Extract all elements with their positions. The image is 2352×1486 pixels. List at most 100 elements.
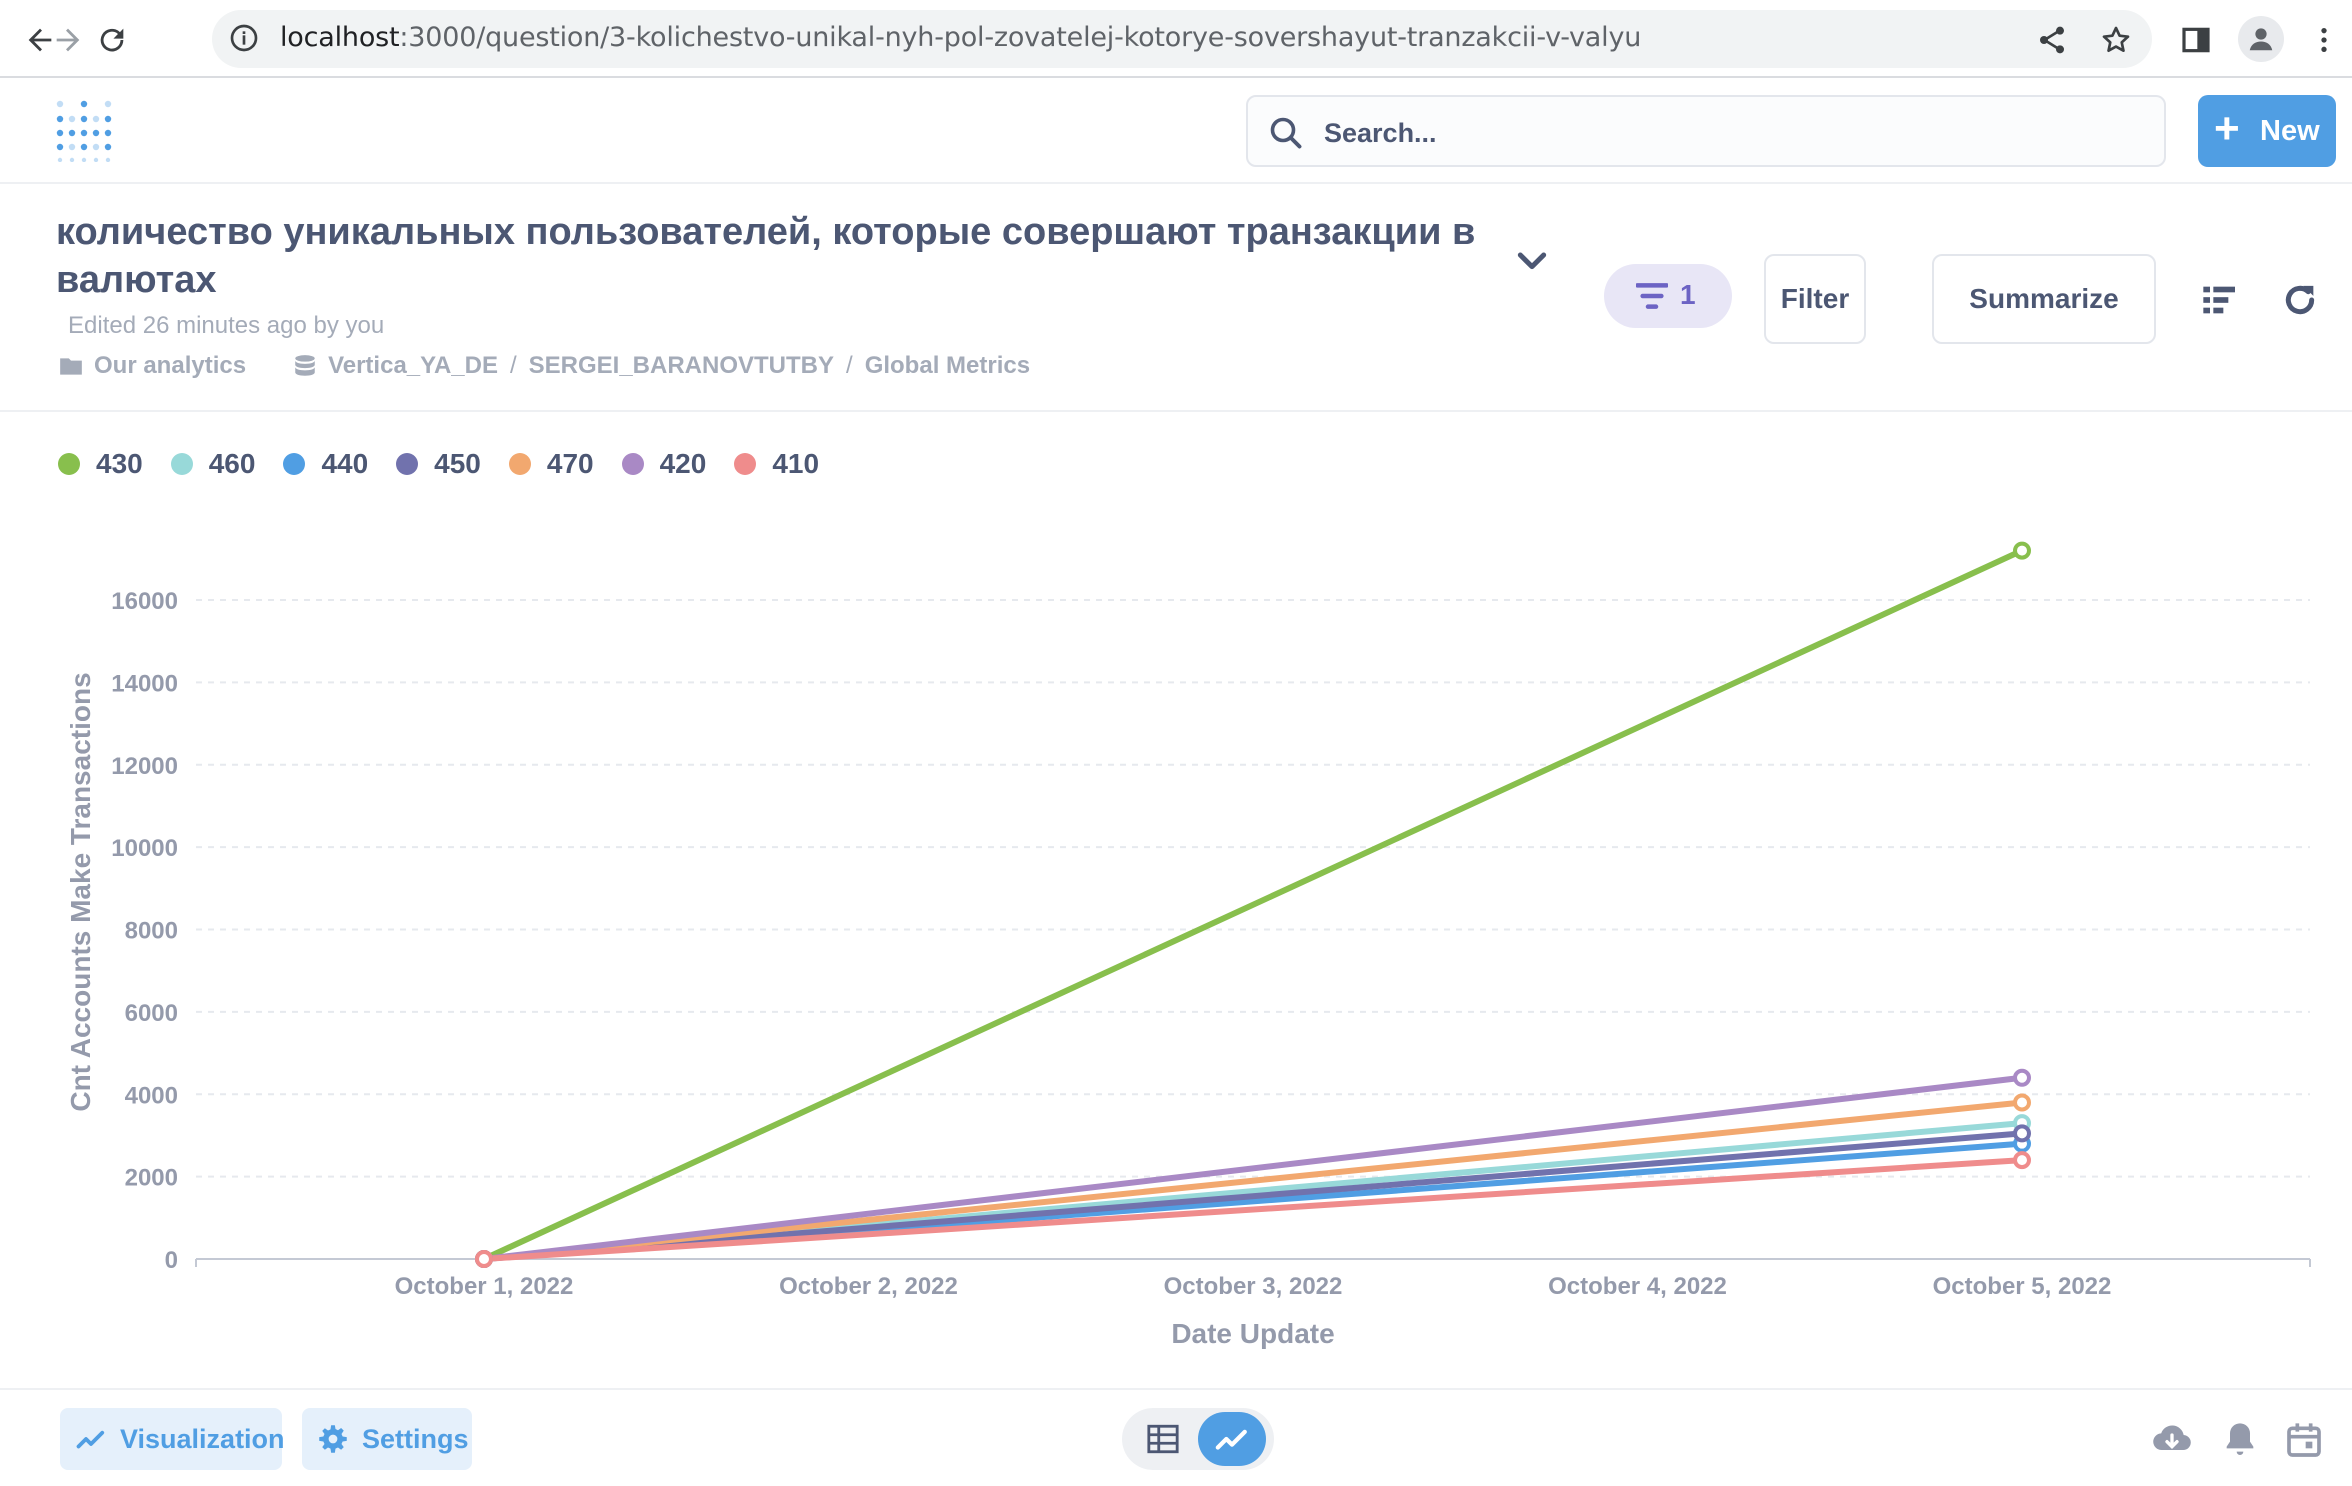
legend-label: 450 (434, 448, 481, 479)
breadcrumb-table[interactable]: Global Metrics (865, 352, 1030, 380)
x-tick-label: October 4, 2022 (1548, 1273, 1727, 1300)
summarize-button[interactable]: Summarize (1932, 254, 2156, 344)
search-placeholder: Search... (1324, 118, 1437, 148)
info-icon[interactable] (228, 22, 260, 54)
x-tick-label: October 1, 2022 (395, 1273, 574, 1300)
star-icon (2102, 26, 2130, 52)
url-text[interactable]: localhost:3000/question/3-kolichestvo-un… (280, 22, 1641, 53)
legend-swatch (170, 453, 193, 475)
share-icon (2040, 26, 2064, 54)
y-tick-label: 8000 (125, 918, 178, 945)
y-tick-label: 14000 (111, 670, 178, 697)
legend-label: 440 (321, 448, 369, 479)
breadcrumb-separator: / (509, 352, 517, 379)
bell-icon[interactable] (2220, 1420, 2260, 1460)
side-panel-icon (2182, 27, 2210, 53)
table-icon[interactable] (1146, 1422, 1180, 1456)
breadcrumb-database[interactable]: Vertica_YA_DE (328, 352, 498, 380)
kebab-menu-icon (2321, 28, 2327, 52)
data-point-450 (2013, 1124, 2031, 1143)
search-input[interactable]: Search... (1246, 95, 2166, 167)
data-point-410 (475, 1250, 493, 1268)
y-tick-label: 6000 (125, 1000, 178, 1027)
question-header: количество уникальных пользователей, кот… (0, 184, 2352, 412)
breadcrumb-separator: / (846, 352, 853, 379)
person-icon (2249, 28, 2273, 51)
legend-item[interactable]: 450 (396, 448, 481, 480)
legend-label: 470 (546, 448, 594, 479)
legend-label: 410 (772, 448, 820, 479)
data-point-420 (2013, 1068, 2031, 1087)
settings-label: Settings (362, 1423, 469, 1454)
line-chart-icon (76, 1430, 105, 1449)
breadcrumb-collection[interactable]: Our analytics (94, 352, 246, 380)
chart-view-toggle[interactable] (1198, 1412, 1266, 1466)
legend-item[interactable]: 460 (170, 448, 256, 480)
x-tick-label: October 3, 2022 (1164, 1273, 1343, 1300)
folder-icon (60, 358, 82, 375)
reload-button[interactable] (90, 18, 134, 62)
arrow-right-icon (56, 28, 80, 52)
legend-item[interactable]: 420 (621, 448, 707, 480)
visualization-button[interactable]: Visualization (60, 1408, 285, 1470)
notebook-editor-icon[interactable] (2200, 280, 2240, 320)
side-panel-button[interactable] (2174, 18, 2218, 62)
data-point-430 (2013, 541, 2031, 560)
url-path: :3000/question/3-kolichestvo-unikal-nyh-… (399, 22, 1642, 53)
visualization-label: Visualization (120, 1423, 285, 1454)
database-icon (295, 355, 315, 376)
legend-item[interactable]: 410 (734, 448, 819, 480)
y-tick-label: 0 (165, 1247, 178, 1274)
y-tick-label: 2000 (125, 1165, 178, 1192)
browser-menu-button[interactable] (2302, 18, 2346, 62)
settings-button[interactable]: Settings (302, 1408, 472, 1470)
line-chart: 0 2000 4000 6000 8000 10000 12000 14000 16000 Oct… (65, 541, 2311, 1349)
legend-swatch (621, 453, 644, 475)
y-tick-label: 4000 (125, 1082, 178, 1109)
share-button[interactable] (2030, 18, 2074, 62)
calendar-icon[interactable] (2284, 1420, 2324, 1460)
series-line-410 (481, 1157, 2025, 1262)
line-chart-icon (1215, 1429, 1247, 1450)
x-axis-title: Date Update (1171, 1318, 1334, 1349)
legend-swatch (58, 453, 80, 475)
filter-button[interactable]: Filter (1764, 254, 1866, 344)
refresh-icon[interactable] (2280, 280, 2320, 320)
new-button[interactable]: + New (2198, 95, 2336, 167)
x-tick-label: October 2, 2022 (779, 1273, 958, 1300)
plus-icon: + (2214, 104, 2240, 153)
legend-item[interactable]: 470 (508, 448, 594, 480)
breadcrumb-schema[interactable]: SERGEI_BARANOVTUTBY (529, 352, 834, 380)
forward-button[interactable] (46, 18, 90, 62)
legend-swatch (396, 453, 419, 475)
legend-label: 460 (208, 448, 256, 479)
profile-avatar[interactable] (2238, 16, 2284, 62)
active-filters-pill[interactable]: 1 (1604, 264, 1732, 328)
page-title[interactable]: количество уникальных пользователей, кот… (56, 208, 1516, 304)
data-point-470 (2013, 1093, 2031, 1112)
legend-item[interactable]: 430 (58, 448, 143, 480)
y-tick-label: 16000 (111, 588, 178, 615)
legend-label: 430 (96, 448, 143, 479)
legend-label: 420 (659, 448, 707, 479)
download-icon[interactable] (2152, 1420, 2192, 1460)
legend-item[interactable]: 440 (283, 448, 368, 480)
new-button-label: New (2260, 115, 2320, 147)
filter-count: 1 (1680, 279, 1696, 310)
data-point-410 (2013, 1151, 2031, 1170)
legend-swatch (283, 453, 306, 475)
gear-icon (319, 1425, 347, 1453)
bookmark-button[interactable] (2094, 18, 2138, 62)
y-tick-label: 12000 (111, 753, 178, 780)
browser-toolbar: localhost:3000/question/3-kolichestvo-un… (0, 0, 2352, 78)
metabase-logo-icon[interactable] (56, 100, 112, 162)
x-tick-label: October 5, 2022 (1933, 1273, 2112, 1300)
series-line-470 (481, 1099, 2025, 1262)
edited-info[interactable]: Edited 26 minutes ago by you (68, 312, 384, 340)
filter-icon (1636, 283, 1668, 309)
legend-swatch (734, 453, 757, 475)
chevron-down-icon[interactable] (1512, 240, 1552, 280)
series-line-420 (481, 1074, 2025, 1262)
y-tick-label: 10000 (111, 835, 178, 862)
chart-legend: 430 460 440 450 470 420 410 (58, 444, 847, 484)
